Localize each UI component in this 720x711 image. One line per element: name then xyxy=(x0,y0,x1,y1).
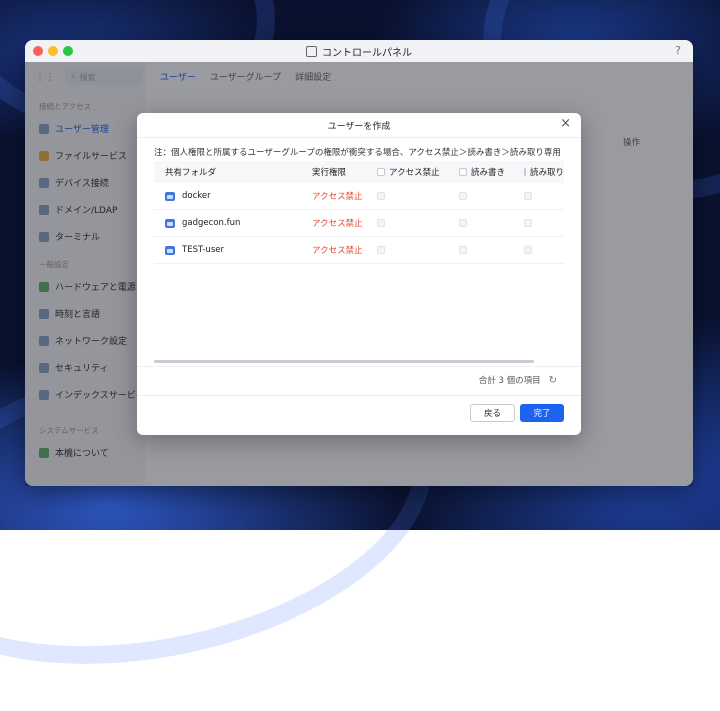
table-row: gadgecon.fun アクセス禁止 xyxy=(154,210,564,237)
dialog-title-bar: ユーザーを作成 × xyxy=(137,113,581,138)
ro-checkbox[interactable] xyxy=(524,192,532,200)
rw-checkbox[interactable] xyxy=(459,192,467,200)
effective-permission: アクセス禁止 xyxy=(312,246,363,256)
col-deny: アクセス禁止 xyxy=(377,166,459,178)
folder-name: gadgecon.fun xyxy=(182,218,241,228)
col-rw: 読み書き xyxy=(459,166,524,178)
ro-all-checkbox[interactable] xyxy=(524,168,526,176)
dialog-title: ユーザーを作成 xyxy=(327,121,391,132)
back-button[interactable]: 戻る xyxy=(470,404,515,422)
zoom-window-button[interactable] xyxy=(63,46,73,56)
ro-checkbox[interactable] xyxy=(524,219,532,227)
window-title: コントロールパネル xyxy=(306,44,412,59)
shared-folder-icon xyxy=(165,218,175,228)
deny-all-checkbox[interactable] xyxy=(377,168,385,176)
help-button[interactable]: ? xyxy=(675,44,681,57)
divider xyxy=(137,395,581,396)
done-button[interactable]: 完了 xyxy=(520,404,564,422)
window-controls xyxy=(33,46,73,56)
col-ro: 読み取り専用 xyxy=(524,166,564,178)
permission-table: 共有フォルダ 実行権限 アクセス禁止 読み書き 読み取り専用 docker アク… xyxy=(154,161,564,264)
minimize-window-button[interactable] xyxy=(48,46,58,56)
close-icon[interactable]: × xyxy=(560,117,571,131)
permission-note: 注：個人権限と所属するユーザーグループの権限が衝突する場合、アクセス禁止＞読み書… xyxy=(154,148,561,158)
deny-checkbox[interactable] xyxy=(377,246,385,254)
deny-checkbox[interactable] xyxy=(377,219,385,227)
control-panel-icon xyxy=(306,45,317,57)
ro-checkbox[interactable] xyxy=(524,246,532,254)
rw-all-checkbox[interactable] xyxy=(459,168,467,176)
close-window-button[interactable] xyxy=(33,46,43,56)
refresh-icon[interactable]: ↻ xyxy=(549,375,557,386)
folder-name: TEST-user xyxy=(182,245,224,255)
effective-permission: アクセス禁止 xyxy=(312,192,363,202)
rw-checkbox[interactable] xyxy=(459,246,467,254)
col-effective: 実行権限 xyxy=(312,168,347,178)
table-header: 共有フォルダ 実行権限 アクセス禁止 読み書き 読み取り専用 xyxy=(154,161,564,183)
title-bar: コントロールパネル ? xyxy=(25,40,693,62)
folder-name: docker xyxy=(182,191,211,201)
col-folder: 共有フォルダ xyxy=(165,168,217,178)
deny-checkbox[interactable] xyxy=(377,192,385,200)
divider xyxy=(137,366,581,367)
rw-checkbox[interactable] xyxy=(459,219,467,227)
total-count: 合計 3 個の項目 ↻ xyxy=(478,374,557,387)
table-row: docker アクセス禁止 xyxy=(154,183,564,210)
effective-permission: アクセス禁止 xyxy=(312,219,363,229)
shared-folder-icon xyxy=(165,191,175,201)
table-row: TEST-user アクセス禁止 xyxy=(154,237,564,264)
horizontal-scrollbar[interactable] xyxy=(154,360,534,363)
shared-folder-icon xyxy=(165,245,175,255)
create-user-dialog: ユーザーを作成 × 注：個人権限と所属するユーザーグループの権限が衝突する場合、… xyxy=(137,113,581,435)
